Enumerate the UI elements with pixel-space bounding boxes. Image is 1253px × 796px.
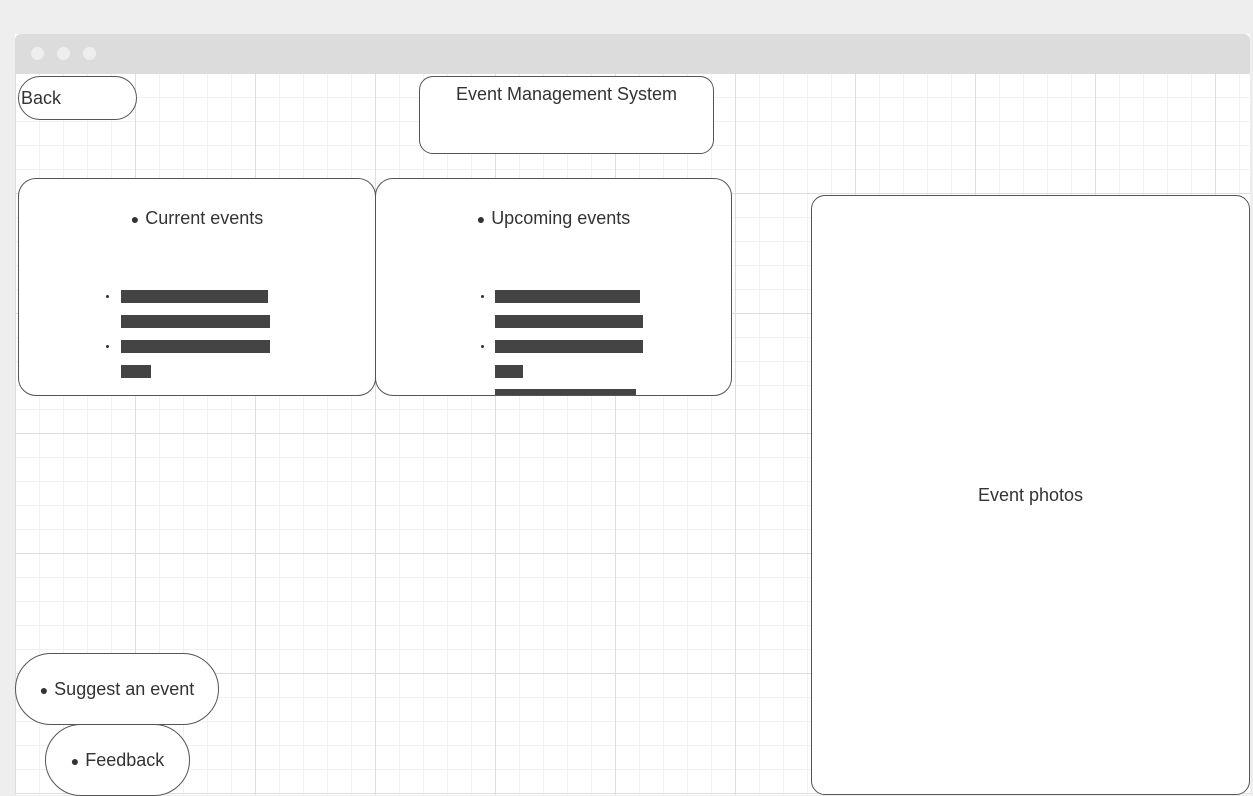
bullet-icon: ● [70, 752, 80, 769]
window-close-dot[interactable] [31, 47, 44, 60]
bullet-icon: ● [476, 211, 486, 227]
event-photos-panel[interactable]: Event photos [811, 195, 1250, 795]
upcoming-events-panel[interactable]: ● Upcoming events [375, 178, 732, 396]
current-events-panel[interactable]: ● Current events [18, 178, 376, 396]
feedback-button[interactable]: ● Feedback [45, 724, 190, 796]
back-button[interactable]: Back [18, 76, 137, 120]
list-bullet [106, 295, 109, 298]
window-maximize-dot[interactable] [83, 47, 96, 60]
suggest-event-label: Suggest an event [54, 678, 195, 699]
back-button-label: Back [21, 87, 62, 108]
placeholder-text-line [121, 340, 270, 353]
placeholder-text-line [495, 290, 640, 303]
app-title-box: Event Management System [419, 76, 714, 154]
placeholder-text-line [495, 365, 523, 378]
event-photos-label: Event photos [977, 484, 1084, 505]
placeholder-text-line [121, 315, 270, 328]
current-events-header: ● Current events [19, 208, 375, 229]
placeholder-text-line [121, 290, 268, 303]
placeholder-text-line [495, 389, 636, 395]
placeholder-text-line [121, 365, 151, 378]
current-events-label: Current events [145, 208, 264, 228]
window-titlebar [15, 34, 1250, 73]
bullet-icon: ● [39, 681, 49, 698]
page-title: Event Management System [455, 84, 678, 104]
bullet-icon: ● [130, 211, 140, 227]
upcoming-events-header: ● Upcoming events [376, 208, 731, 229]
feedback-label: Feedback [85, 749, 165, 770]
list-bullet [481, 295, 484, 298]
suggest-event-button[interactable]: ● Suggest an event [15, 653, 219, 725]
placeholder-text-line [495, 340, 643, 353]
list-bullet [481, 345, 484, 348]
window-minimize-dot[interactable] [57, 47, 70, 60]
placeholder-text-line [495, 315, 643, 328]
list-bullet [106, 345, 109, 348]
upcoming-events-label: Upcoming events [491, 208, 631, 228]
